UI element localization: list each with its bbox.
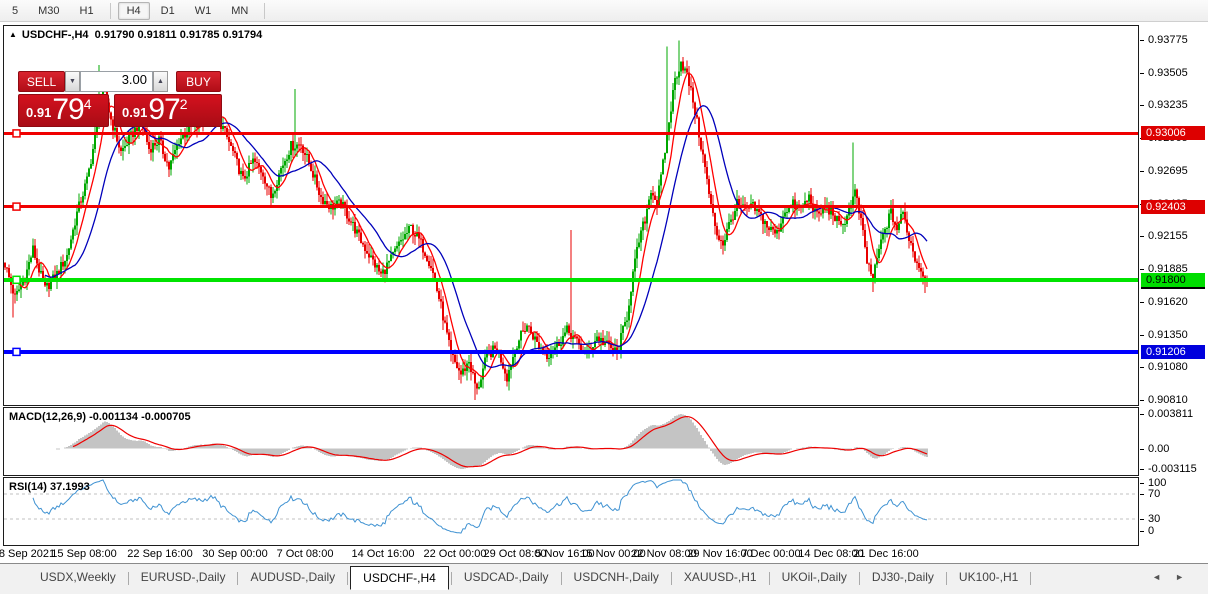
- time-axis-label: 15 Sep 08:00: [51, 548, 116, 560]
- rsi-name: RSI(14): [9, 481, 47, 493]
- toolbar-separator: [264, 3, 265, 19]
- rsi-indicator-panel[interactable]: RSI(14) 37.1993: [3, 477, 1139, 546]
- tab-separator: [946, 572, 947, 585]
- timeframe-button-h4[interactable]: H4: [118, 2, 150, 20]
- macd-zero-label: 0.00: [1140, 442, 1169, 456]
- price-tick: 0.93235: [1140, 98, 1188, 112]
- macd-signal-line: [73, 417, 927, 467]
- price-tick: 0.91080: [1140, 360, 1188, 374]
- timeframe-button-5[interactable]: 5: [3, 2, 27, 20]
- hline-handle[interactable]: [13, 130, 20, 137]
- chart-title: ▲ USDCHF-,H4 0.91790 0.91811 0.91785 0.91…: [9, 29, 262, 41]
- chart-tab-xauusd-h1[interactable]: XAUUSD-,H1: [674, 567, 767, 587]
- macd-axis-label: 0.003811: [1140, 407, 1193, 421]
- tab-separator: [1030, 572, 1031, 585]
- hline-handle[interactable]: [13, 203, 20, 210]
- sell-price-pips: 79: [52, 96, 83, 124]
- chart-tab-uk100-h1[interactable]: UK100-,H1: [949, 567, 1028, 587]
- symbol-timeframe-label: USDCHF-,H4: [22, 29, 89, 41]
- chart-tab-dj30-daily[interactable]: DJ30-,Daily: [862, 567, 944, 587]
- chart-tab-usdcnh-daily[interactable]: USDCNH-,Daily: [564, 567, 669, 587]
- price-scale: 0.937750.935050.932350.929650.926950.924…: [1140, 25, 1208, 546]
- trading-terminal: 5M30H1H4D1W1MN ▲USDCHF-,H4 0.91790 0.918…: [0, 0, 1208, 594]
- time-axis-label: 14 Oct 16:00: [352, 548, 415, 560]
- chart-tab-eurusd-daily[interactable]: EURUSD-,Daily: [131, 567, 236, 587]
- time-axis-label: 22 Oct 00:00: [424, 548, 487, 560]
- rsi-axis-label: 70: [1140, 487, 1160, 501]
- macd-label: MACD(12,26,9) -0.001134 -0.000705: [9, 411, 191, 423]
- buy-price-prefix: 0.91: [122, 105, 147, 120]
- time-axis-label: 7 Oct 08:00: [277, 548, 334, 560]
- tab-scroll-arrows[interactable]: ◄►: [1152, 572, 1198, 582]
- timeframe-button-mn[interactable]: MN: [222, 2, 257, 20]
- time-axis-label: 22 Sep 16:00: [127, 548, 192, 560]
- sell-price-prefix: 0.91: [26, 105, 51, 120]
- time-axis-label: 8 Sep 2021: [0, 548, 55, 560]
- buy-button[interactable]: BUY: [176, 71, 221, 92]
- tab-separator: [237, 572, 238, 585]
- hline-price-badge: 0.93006: [1141, 126, 1205, 140]
- volume-input[interactable]: 3.00: [80, 71, 153, 92]
- tab-separator: [769, 572, 770, 585]
- price-tick: 0.92695: [1140, 164, 1188, 178]
- volume-increase-button[interactable]: ▲: [153, 71, 168, 92]
- tab-separator: [128, 572, 129, 585]
- hline-handle[interactable]: [13, 276, 20, 283]
- timeframe-toolbar: 5M30H1 H4D1W1MN: [0, 0, 1208, 22]
- price-tick: 0.91350: [1140, 328, 1188, 342]
- time-axis-label: 21 Dec 16:00: [853, 548, 918, 560]
- price-tick: 0.92155: [1140, 229, 1188, 243]
- macd-axis-label: -0.003115: [1140, 462, 1197, 476]
- macd-indicator-panel[interactable]: MACD(12,26,9) -0.001134 -0.000705: [3, 407, 1139, 476]
- chart-tab-usdchf-h4[interactable]: USDCHF-,H4: [350, 566, 449, 590]
- sell-price-point: 4: [84, 96, 92, 112]
- moving-average-21: [45, 106, 927, 368]
- tab-separator: [451, 572, 452, 585]
- buy-price-button[interactable]: 0.91 97 2: [114, 94, 222, 127]
- timeframe-button-d1[interactable]: D1: [152, 2, 184, 20]
- price-chart-panel[interactable]: ▲ USDCHF-,H4 0.91790 0.91811 0.91785 0.91…: [3, 25, 1139, 406]
- tab-separator: [561, 572, 562, 585]
- one-click-trade-widget: SELL ▼ 3.00 ▲ BUY 0.91 79 4 0.91 97 2: [18, 71, 222, 127]
- tab-separator: [347, 572, 348, 585]
- buy-price-point: 2: [180, 96, 188, 112]
- volume-decrease-button[interactable]: ▼: [65, 71, 80, 92]
- price-tick: 0.93775: [1140, 33, 1188, 47]
- hline-price-badge: 0.91206: [1141, 345, 1205, 359]
- hline-handle[interactable]: [13, 348, 20, 355]
- price-tick: 0.91620: [1140, 295, 1188, 309]
- chart-tab-audusd-daily[interactable]: AUDUSD-,Daily: [240, 567, 345, 587]
- chart-tab-usdx-weekly[interactable]: USDX,Weekly: [30, 567, 126, 587]
- chart-tab-ukoil-daily[interactable]: UKOil-,Daily: [772, 567, 857, 587]
- timeframe-button-m30[interactable]: M30: [29, 2, 68, 20]
- collapse-arrow-icon[interactable]: ▲: [9, 30, 17, 39]
- hline-price-badge: 0.92403: [1141, 200, 1205, 214]
- rsi-label: RSI(14) 37.1993: [9, 481, 90, 493]
- hline-price-badge: 0.91800: [1141, 273, 1205, 287]
- macd-signal-value: -0.000705: [141, 411, 191, 423]
- rsi-line: [33, 480, 927, 533]
- chart-tab-bar: USDX,WeeklyEURUSD-,DailyAUDUSD-,DailyUSD…: [0, 563, 1208, 594]
- timeframe-button-w1[interactable]: W1: [186, 2, 221, 20]
- ohlc-values: 0.91790 0.91811 0.91785 0.91794: [95, 29, 263, 41]
- tab-separator: [859, 572, 860, 585]
- macd-name: MACD(12,26,9): [9, 411, 86, 423]
- price-tick: 0.93505: [1140, 66, 1188, 80]
- rsi-value: 37.1993: [50, 481, 90, 493]
- toolbar-separator: [110, 3, 111, 19]
- chart-tab-usdcad-daily[interactable]: USDCAD-,Daily: [454, 567, 559, 587]
- rsi-canvas[interactable]: [4, 478, 1138, 545]
- time-axis-label: 30 Sep 00:00: [202, 548, 267, 560]
- time-axis-label: 7 Dec 00:00: [741, 548, 800, 560]
- buy-price-pips: 97: [148, 96, 179, 124]
- time-axis: 8 Sep 202115 Sep 08:00 22 Sep 16:00 30 Sep…: [3, 546, 1140, 563]
- price-tick: 0.90810: [1140, 393, 1188, 407]
- rsi-axis-label: 0: [1140, 524, 1154, 538]
- macd-main-value: -0.001134: [89, 411, 138, 423]
- tab-separator: [671, 572, 672, 585]
- timeframe-button-h1[interactable]: H1: [71, 2, 103, 20]
- sell-button[interactable]: SELL: [18, 71, 65, 92]
- sell-price-button[interactable]: 0.91 79 4: [18, 94, 109, 127]
